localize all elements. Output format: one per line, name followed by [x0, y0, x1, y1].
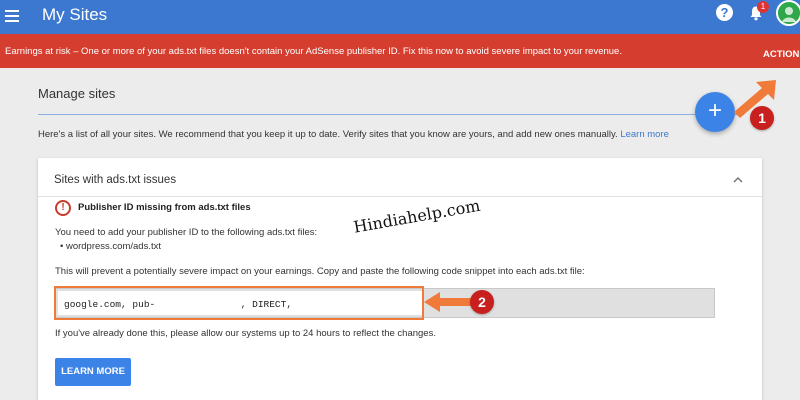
prevent-text: This will prevent a potentially severe i… — [55, 266, 585, 277]
notification-badge: 1 — [757, 1, 769, 13]
list-item: • wordpress.com/ads.txt — [60, 241, 162, 252]
warning-title: Publisher ID missing from ads.txt files — [78, 202, 251, 213]
app-title: My Sites — [42, 5, 108, 24]
step-marker-2: 2 — [470, 290, 494, 314]
help-icon[interactable]: ? — [716, 4, 733, 21]
manage-description-text: Here's a list of all your sites. We reco… — [38, 129, 618, 140]
manage-description: Here's a list of all your sites. We reco… — [38, 129, 669, 140]
learn-more-link[interactable]: Learn more — [620, 129, 669, 140]
title-divider — [38, 114, 738, 115]
avatar[interactable] — [776, 0, 800, 26]
earnings-alert-banner: Earnings at risk – One or more of your a… — [0, 34, 800, 68]
menu-icon[interactable] — [5, 10, 19, 22]
site-url: wordpress.com/ads.txt — [65, 241, 162, 252]
already-done-text: If you've already done this, please allo… — [55, 328, 436, 339]
alert-action-button[interactable]: ACTION — [763, 49, 799, 60]
ads-txt-issues-card: Sites with ads.txt issues ! Publisher ID… — [38, 80, 776, 400]
card-divider — [38, 196, 762, 197]
app-bar: My Sites ? 1 — [0, 0, 800, 34]
need-text: You need to add your publisher ID to the… — [55, 227, 318, 238]
card-title: Sites with ads.txt issues — [54, 174, 177, 186]
alert-message: Earnings at risk – One or more of your a… — [5, 46, 622, 57]
learn-more-button[interactable]: LEARN MORE — [55, 358, 131, 386]
warning-icon: ! — [55, 200, 71, 216]
step-marker-1: 1 — [750, 106, 774, 130]
highlight-box — [54, 286, 424, 320]
page-title: Manage sites — [38, 86, 116, 101]
chevron-up-icon[interactable] — [732, 174, 744, 186]
